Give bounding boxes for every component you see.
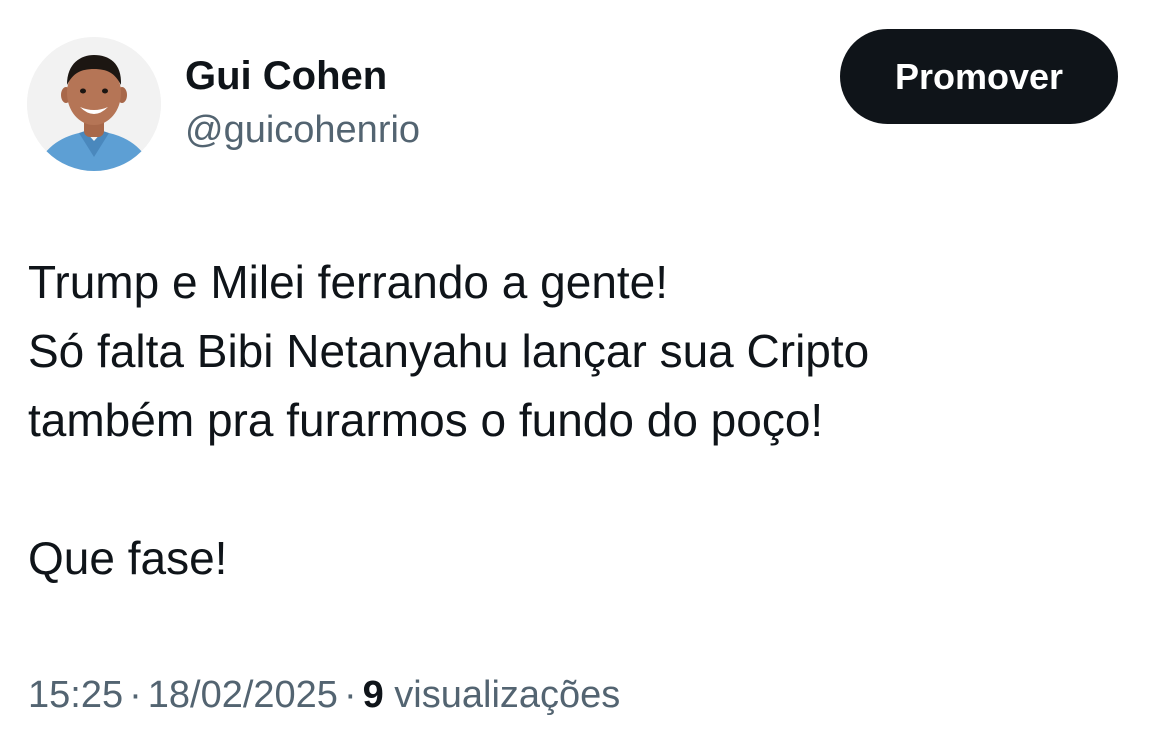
views-label[interactable]: visualizações bbox=[394, 674, 620, 716]
meta-separator: · bbox=[343, 674, 357, 716]
avatar[interactable] bbox=[27, 37, 161, 171]
author-handle[interactable]: @guicohenrio bbox=[185, 106, 420, 154]
author-display-name[interactable]: Gui Cohen bbox=[185, 52, 387, 100]
tweet-text: Trump e Milei ferrando a gente! Só falta… bbox=[28, 248, 1138, 593]
tweet-text-line: Só falta Bibi Netanyahu lançar sua Cript… bbox=[28, 325, 870, 377]
tweet-date[interactable]: 18/02/2025 bbox=[148, 674, 338, 716]
tweet-text-line: Trump e Milei ferrando a gente! bbox=[28, 256, 669, 308]
paragraph-break bbox=[28, 455, 1138, 524]
tweet-text-line: também pra furarmos o fundo do poço! bbox=[28, 394, 824, 446]
views-count[interactable]: 9 bbox=[363, 674, 384, 716]
promote-button[interactable]: Promover bbox=[840, 29, 1118, 124]
tweet-metadata: 15:25 · 18/02/2025 · 9 visualizações bbox=[28, 670, 620, 720]
tweet-text-line: Que fase! bbox=[28, 532, 228, 584]
tweet-time[interactable]: 15:25 bbox=[28, 674, 123, 716]
meta-separator: · bbox=[129, 674, 142, 716]
profile-photo bbox=[27, 37, 161, 171]
